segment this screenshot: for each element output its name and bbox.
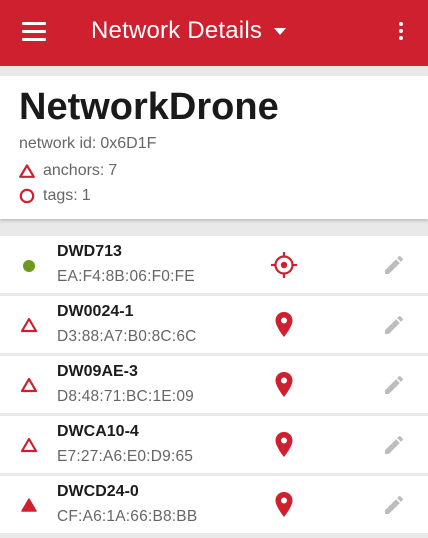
map-pin-icon[interactable] xyxy=(270,370,298,400)
more-vert-icon[interactable] xyxy=(396,22,406,44)
anchors-count: anchors: 7 xyxy=(19,162,117,180)
network-id-label: network id: xyxy=(19,135,97,152)
network-selector-dropdown[interactable]: Network Details xyxy=(91,17,287,45)
map-pin-icon[interactable] xyxy=(270,430,298,460)
triangle-outline-icon xyxy=(19,164,35,178)
node-name: DWCD24-0 xyxy=(57,483,139,500)
anchors-value: 7 xyxy=(108,162,118,179)
triangle-outline-icon xyxy=(20,317,38,333)
network-id: network id: 0x6D1F xyxy=(19,135,156,153)
node-mac: E7:27:A6:E0:D9:65 xyxy=(57,448,194,465)
crosshair-icon[interactable] xyxy=(270,250,298,280)
node-mac: D8:48:71:BC:1E:09 xyxy=(57,388,194,405)
network-summary-card: NetworkDrone network id: 0x6D1F anchors: 7… xyxy=(0,76,428,219)
list-item[interactable]: DWD713 EA:F4:8B:06:F0:FE xyxy=(0,236,428,293)
node-mac: CF:A6:1A:66:B8:BB xyxy=(57,508,198,525)
network-id-value: 0x6D1F xyxy=(100,135,157,152)
tags-value: 1 xyxy=(81,187,91,204)
tags-count: tags: 1 xyxy=(19,187,91,205)
list-item[interactable]: DW0024-1 D3:88:A7:B0:8C:6C xyxy=(0,296,428,353)
circle-outline-icon xyxy=(19,188,35,204)
node-name: DW09AE-3 xyxy=(57,363,138,380)
triangle-filled-icon xyxy=(21,498,37,512)
node-name: DWD713 xyxy=(57,243,122,260)
node-name: DWCA10-4 xyxy=(57,423,139,440)
tags-label: tags: xyxy=(43,187,78,204)
anchors-label: anchors: xyxy=(43,162,105,179)
app-bar-title: Network Details xyxy=(91,17,263,44)
triangle-outline-icon xyxy=(20,437,38,453)
triangle-outline-icon xyxy=(20,377,38,393)
list-item[interactable]: DWCD24-0 CF:A6:1A:66:B8:BB xyxy=(0,476,428,533)
pencil-edit-icon[interactable] xyxy=(382,433,406,457)
pencil-edit-icon[interactable] xyxy=(382,313,406,337)
map-pin-icon[interactable] xyxy=(270,490,298,520)
app-bar: Network Details xyxy=(0,0,428,66)
pencil-edit-icon[interactable] xyxy=(382,373,406,397)
node-mac: D3:88:A7:B0:8C:6C xyxy=(57,328,197,345)
hamburger-menu-icon[interactable] xyxy=(22,22,46,42)
node-name: DW0024-1 xyxy=(57,303,134,320)
green-dot-icon xyxy=(23,260,35,272)
pencil-edit-icon[interactable] xyxy=(382,493,406,517)
list-item[interactable]: DWCA10-4 E7:27:A6:E0:D9:65 xyxy=(0,416,428,473)
caret-down-icon xyxy=(274,27,287,35)
map-pin-icon[interactable] xyxy=(270,310,298,340)
list-item[interactable]: DW09AE-3 D8:48:71:BC:1E:09 xyxy=(0,356,428,413)
node-mac: EA:F4:8B:06:F0:FE xyxy=(57,268,195,285)
pencil-edit-icon[interactable] xyxy=(382,253,406,277)
network-name: NetworkDrone xyxy=(19,86,279,128)
